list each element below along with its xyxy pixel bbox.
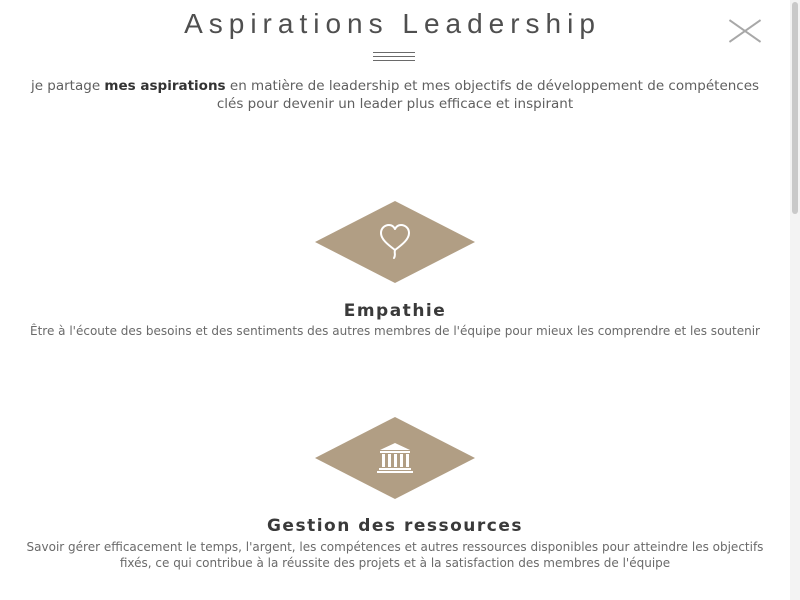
- feature-title: Empathie: [343, 301, 447, 321]
- page-title: Aspirations Leadership: [184, 8, 601, 39]
- close-icon[interactable]: [726, 17, 764, 45]
- feature-icon-badge: [315, 417, 475, 499]
- intro-text-before: je partage: [30, 78, 105, 94]
- feature-description: Savoir gérer efficacement le temps, l'ar…: [26, 540, 764, 570]
- scrollbar-thumb[interactable]: [792, 2, 798, 214]
- title-divider: [373, 52, 415, 62]
- feature-icon-badge: [315, 201, 475, 283]
- intro-text-after: en matière de leadership et mes objectif…: [216, 78, 760, 112]
- intro-text-bold: mes aspirations: [104, 78, 226, 94]
- feature-title: Gestion des ressources: [266, 516, 524, 536]
- feature-description: Être à l'écoute des besoins et des senti…: [30, 324, 760, 338]
- scrollbar[interactable]: [790, 0, 800, 600]
- intro-text: je partage mes aspirations en matière de…: [20, 77, 770, 113]
- aspirations-modal: Aspirations Leadership je partage mes as…: [0, 0, 800, 600]
